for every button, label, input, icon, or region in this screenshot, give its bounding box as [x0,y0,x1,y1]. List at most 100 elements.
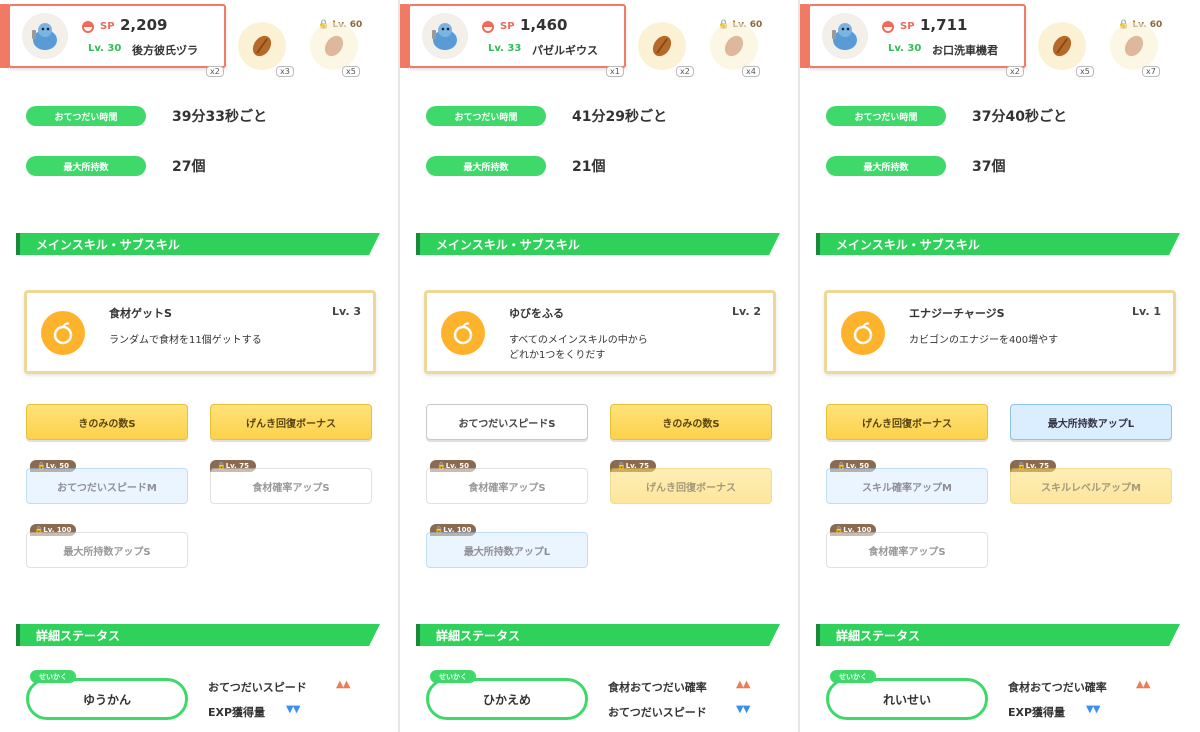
nature-tag: せいかく [430,670,476,683]
subskill-5[interactable]: 最大所持数アップS [26,532,188,568]
ingredient-2-icon [310,22,358,70]
nature-up-stat: おてつだいスピード [208,681,307,694]
down-arrows-icon: ▼▼ [736,704,750,715]
ingredient-1-icon [1038,22,1086,70]
pokeball-icon [882,21,894,33]
skills-section-header: メインスキル・サブスキル [816,233,1180,255]
pokemon-card[interactable]: SP 1,460 Lv. 33 パゼルギウス [400,4,626,68]
down-arrows-icon: ▼▼ [286,704,300,715]
skills-section-header: メインスキル・サブスキル [416,233,780,255]
ingredient-1-icon [238,22,286,70]
subskill-3[interactable]: 食材確率アップS [426,468,588,504]
up-arrows-icon: ▲▲ [736,679,750,690]
down-arrows-icon: ▼▼ [1086,704,1100,715]
nature-tag: せいかく [830,670,876,683]
nature-box[interactable]: ひかえめ [426,678,588,720]
ingredient-2-icon [1110,22,1158,70]
pokemon-icon [422,13,468,59]
pokemon-level: Lv. 30 [888,43,922,54]
pokemon-card[interactable]: SP 2,209 Lv. 30 後方彼氏ヅラ [0,4,226,68]
pokemon-detail-panel-1[interactable]: SP 2,209 Lv. 30 後方彼氏ヅラ x2 x3 🔒 Lv. 60 x5… [0,0,400,732]
subskill-4[interactable]: 食材確率アップS [210,468,372,504]
subskill-2[interactable]: きのみの数S [610,404,772,440]
ingredient-1-count: x3 [276,66,294,77]
main-skill-card[interactable]: 食材ゲットS Lv. 3 ランダムで食材を11個ゲットする [24,290,376,374]
subskill-4[interactable]: スキルレベルアップM [1010,468,1172,504]
pokemon-detail-panel-2[interactable]: SP 1,460 Lv. 33 パゼルギウス x1 x2 🔒 Lv. 60 x4… [400,0,800,732]
pokeball-icon [82,21,94,33]
status-section-header: 詳細ステータス [16,624,380,646]
strength-value: 2,209 [120,16,168,34]
ingredient-1-count: x5 [1076,66,1094,77]
skills-section-header: メインスキル・サブスキル [16,233,380,255]
subskill-3[interactable]: スキル確率アップM [826,468,988,504]
main-skill-description: ランダムで食材を11個ゲットする [109,335,262,346]
main-skill-card[interactable]: ゆびをふる Lv. 2 すべてのメインスキルの中から どれか1つをくりだす [424,290,776,374]
ingredient-count: x2 [206,66,224,77]
subskill-3[interactable]: おてつだいスピードM [26,468,188,504]
status-section-title: 詳細ステータス [36,629,121,643]
status-section-title: 詳細ステータス [436,629,521,643]
subskill-1[interactable]: おてつだいスピードS [426,404,588,440]
nature-up-stat: 食材おてつだい確率 [608,681,707,694]
nature-down-stat: EXP獲得量 [208,706,266,719]
status-section-header: 詳細ステータス [416,624,780,646]
pokemon-card[interactable]: SP 1,711 Lv. 30 お口洗車機君 [800,4,1026,68]
ingredient-2-count: x4 [742,66,760,77]
ingredient-1-count: x2 [676,66,694,77]
ingredient-2-icon [710,22,758,70]
help-time-value: 37分40秒ごと [972,109,1067,125]
nature-tag: せいかく [30,670,76,683]
max-carry-value: 37個 [972,159,1006,175]
help-time-value: 39分33秒ごと [172,109,267,125]
main-skill-name: エナジーチャージS [909,307,1005,320]
max-carry-label: 最大所持数 [826,156,946,176]
nature-down-stat: おてつだいスピード [608,706,707,719]
max-carry-label: 最大所持数 [426,156,546,176]
up-arrows-icon: ▲▲ [336,679,350,690]
subskill-1[interactable]: きのみの数S [26,404,188,440]
help-time-label: おてつだい時間 [826,106,946,126]
main-skill-level: Lv. 3 [332,305,361,318]
main-skill-card[interactable]: エナジーチャージS Lv. 1 カビゴンのエナジーを400増やす [824,290,1176,374]
sp-label: SP [500,21,515,32]
pokeball-icon [482,21,494,33]
nature-down-stat: EXP獲得量 [1008,706,1066,719]
main-skill-level: Lv. 2 [732,305,761,318]
pokemon-nickname: お口洗車機君 [932,44,998,57]
help-time-label: おてつだい時間 [426,106,546,126]
ingredient-count: x2 [1006,66,1024,77]
nature-box[interactable]: ゆうかん [26,678,188,720]
status-section-header: 詳細ステータス [816,624,1180,646]
subskill-5[interactable]: 食材確率アップS [826,532,988,568]
pokemon-detail-panel-3[interactable]: SP 1,711 Lv. 30 お口洗車機君 x2 x5 🔒 Lv. 60 x7… [800,0,1200,732]
nature-box[interactable]: れいせい [826,678,988,720]
subskill-2[interactable]: 最大所持数アップL [1010,404,1172,440]
skills-section-title: メインスキル・サブスキル [36,238,180,252]
sp-label: SP [900,21,915,32]
status-section-title: 詳細ステータス [836,629,921,643]
comparison-view: SP 2,209 Lv. 30 後方彼氏ヅラ x2 x3 🔒 Lv. 60 x5… [0,0,1200,732]
main-skill-description: カビゴンのエナジーを400増やす [909,335,1059,346]
subskill-2[interactable]: げんき回復ボーナス [210,404,372,440]
subskill-4[interactable]: げんき回復ボーナス [610,468,772,504]
main-skill-icon [441,311,485,355]
ingredient-2-count: x5 [342,66,360,77]
pokemon-icon [22,13,68,59]
skills-section-title: メインスキル・サブスキル [836,238,980,252]
main-skill-icon [841,311,885,355]
ingredient-count: x1 [606,66,624,77]
help-time-value: 41分29秒ごと [572,109,667,125]
pokemon-nickname: 後方彼氏ヅラ [132,44,198,57]
strength-value: 1,460 [520,16,568,34]
main-skill-name: 食材ゲットS [109,307,172,320]
subskill-5[interactable]: 最大所持数アップL [426,532,588,568]
ingredient-2-count: x7 [1142,66,1160,77]
subskill-1[interactable]: げんき回復ボーナス [826,404,988,440]
max-carry-value: 27個 [172,159,206,175]
main-skill-name: ゆびをふる [509,307,564,320]
main-skill-icon [41,311,85,355]
ingredient-1-icon [638,22,686,70]
strength-value: 1,711 [920,16,968,34]
main-skill-description: すべてのメインスキルの中から どれか1つをくりだす [509,335,648,361]
